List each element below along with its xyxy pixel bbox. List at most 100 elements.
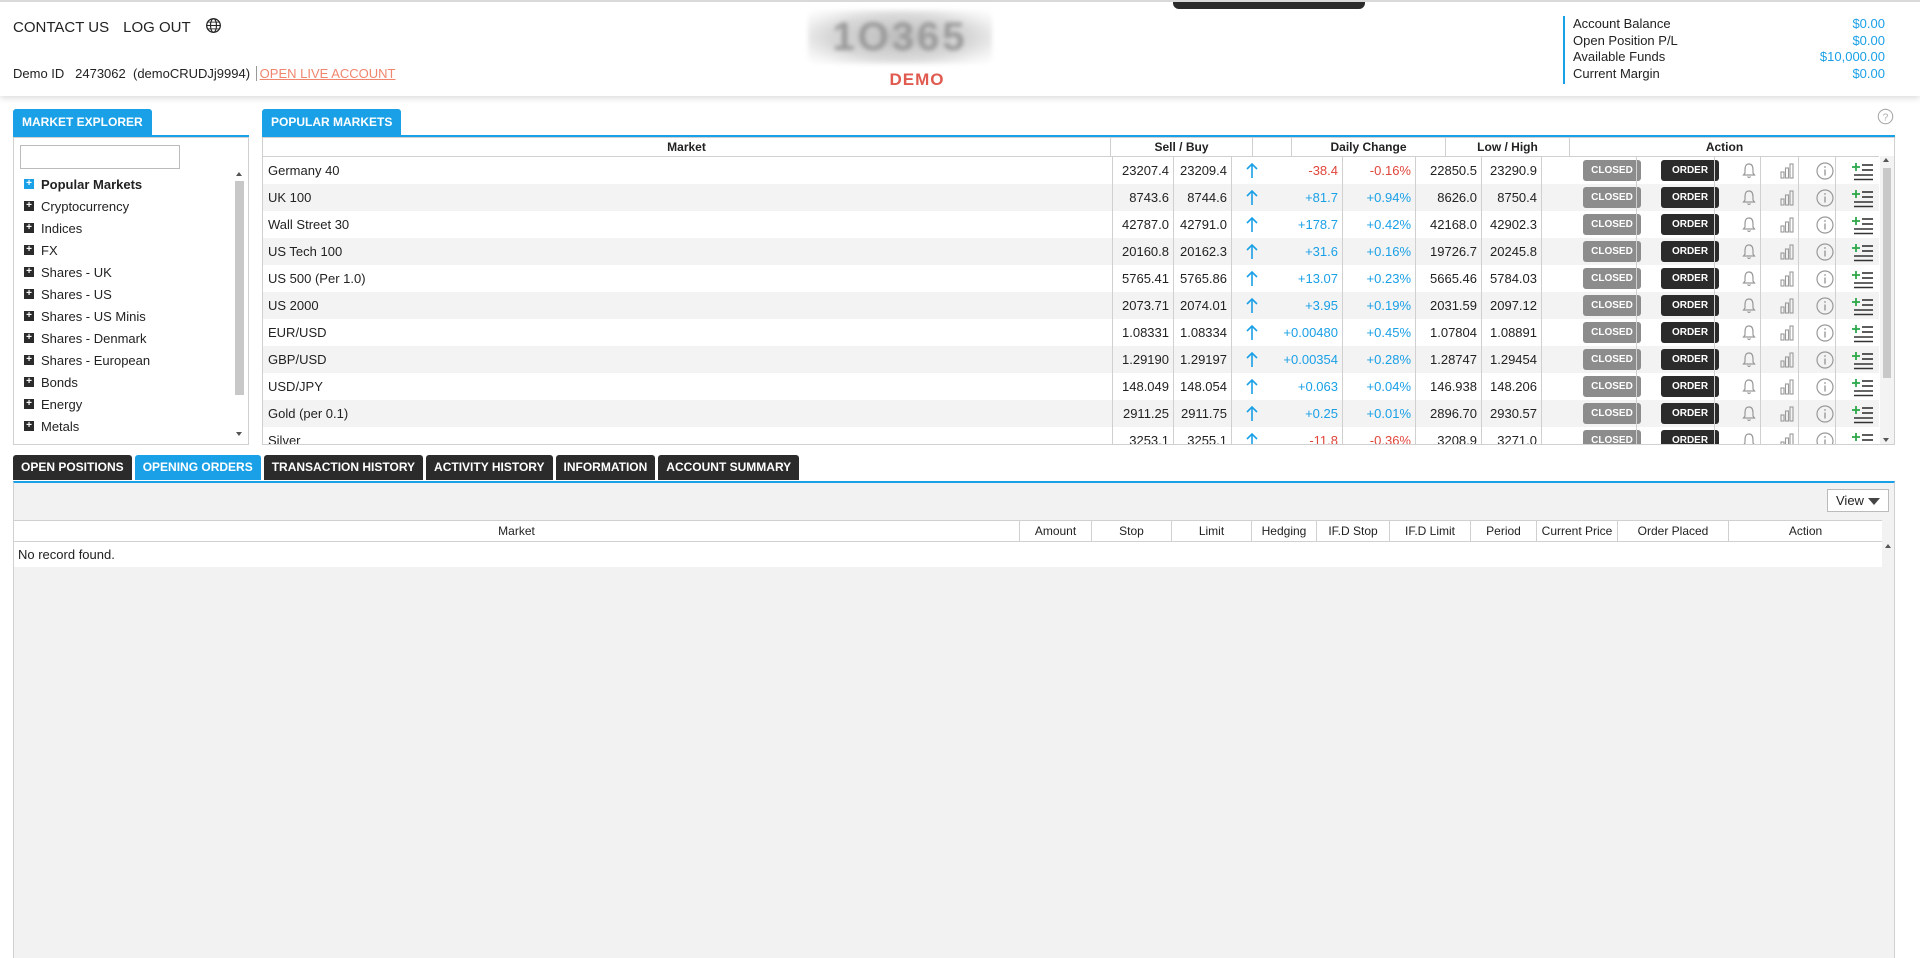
market-category-item[interactable]: + Shares - UK (24, 261, 150, 283)
expand-plus-icon[interactable]: + (24, 201, 34, 211)
orders-scrollbar[interactable] (1882, 542, 1894, 958)
info-icon[interactable] (1815, 188, 1835, 208)
market-category-item[interactable]: + Shares - Denmark (24, 327, 150, 349)
add-watchlist-icon[interactable] (1852, 404, 1873, 424)
closed-button[interactable]: CLOSED (1583, 295, 1641, 316)
add-watchlist-icon[interactable] (1852, 188, 1873, 208)
bell-icon[interactable] (1739, 161, 1759, 181)
low-price[interactable]: 42168.0 (1416, 211, 1482, 238)
sell-price[interactable]: 2073.71 (1115, 292, 1174, 319)
info-icon[interactable] (1815, 377, 1835, 397)
market-row[interactable]: US Tech 100 20160.8 20162.3 +31.6 +0.16% 1972… (263, 238, 1879, 265)
popular-markets-tab[interactable]: POPULAR MARKETS (262, 109, 402, 135)
sell-price[interactable]: 1.29190 (1115, 346, 1174, 373)
expand-plus-icon[interactable]: + (24, 421, 34, 431)
chart-icon[interactable] (1777, 404, 1797, 424)
order-button[interactable]: ORDER (1661, 322, 1719, 343)
high-price[interactable]: 23290.9 (1482, 157, 1542, 184)
add-watchlist-icon[interactable] (1852, 350, 1873, 370)
market-search-input[interactable] (20, 145, 180, 169)
expand-plus-icon[interactable]: + (24, 399, 34, 409)
chart-icon[interactable] (1777, 323, 1797, 343)
market-row[interactable]: EUR/USD 1.08331 1.08334 +0.00480 +0.45% 1.078… (263, 319, 1879, 346)
low-price[interactable]: 1.28747 (1416, 346, 1482, 373)
high-price[interactable]: 42902.3 (1482, 211, 1542, 238)
sell-price[interactable]: 1.08331 (1115, 319, 1174, 346)
chart-icon[interactable] (1777, 431, 1797, 444)
closed-button[interactable]: CLOSED (1583, 376, 1641, 397)
buy-price[interactable]: 5765.86 (1174, 265, 1232, 292)
market-category-item[interactable]: + Popular Markets (24, 173, 150, 195)
scroll-up-icon[interactable] (1883, 158, 1889, 162)
closed-button[interactable]: CLOSED (1583, 349, 1641, 370)
closed-button[interactable]: CLOSED (1583, 160, 1641, 181)
market-category-item[interactable]: + Shares - US (24, 283, 150, 305)
bell-icon[interactable] (1739, 377, 1759, 397)
bell-icon[interactable] (1739, 242, 1759, 262)
market-category-item[interactable]: + Metals (24, 415, 150, 437)
open-live-account-link[interactable]: OPEN LIVE ACCOUNT (255, 66, 396, 81)
closed-button[interactable]: CLOSED (1583, 322, 1641, 343)
market-category-item[interactable]: + Bonds (24, 371, 150, 393)
market-category-item[interactable]: + Shares - US Minis (24, 305, 150, 327)
high-price[interactable]: 3271.0 (1482, 427, 1542, 444)
scroll-down-icon[interactable] (1883, 438, 1889, 442)
high-price[interactable]: 1.29454 (1482, 346, 1542, 373)
market-row[interactable]: GBP/USD 1.29190 1.29197 +0.00354 +0.28% 1.287… (263, 346, 1879, 373)
info-icon[interactable] (1815, 242, 1835, 262)
expand-plus-icon[interactable]: + (24, 267, 34, 277)
sell-price[interactable]: 42787.0 (1115, 211, 1174, 238)
bell-icon[interactable] (1739, 269, 1759, 289)
low-price[interactable]: 2031.59 (1416, 292, 1482, 319)
sell-price[interactable]: 5765.41 (1115, 265, 1174, 292)
tab-account-summary[interactable]: ACCOUNT SUMMARY (658, 455, 800, 480)
buy-price[interactable]: 20162.3 (1174, 238, 1232, 265)
expand-plus-icon[interactable]: + (24, 289, 34, 299)
market-row[interactable]: US 500 (Per 1.0) 5765.41 5765.86 +13.07 +0.2… (263, 265, 1879, 292)
order-button[interactable]: ORDER (1661, 268, 1719, 289)
expand-plus-icon[interactable]: + (24, 245, 34, 255)
info-icon[interactable] (1815, 215, 1835, 235)
sell-price[interactable]: 8743.6 (1115, 184, 1174, 211)
tab-open-positions[interactable]: OPEN POSITIONS (13, 455, 132, 480)
info-icon[interactable] (1815, 350, 1835, 370)
market-row[interactable]: USD/JPY 148.049 148.054 +0.063 +0.04% 146.938… (263, 373, 1879, 400)
low-price[interactable]: 19726.7 (1416, 238, 1482, 265)
bell-icon[interactable] (1739, 323, 1759, 343)
info-icon[interactable] (1815, 296, 1835, 316)
order-button[interactable]: ORDER (1661, 430, 1719, 444)
expand-plus-icon[interactable]: + (24, 311, 34, 321)
tab-activity-history[interactable]: ACTIVITY HISTORY (426, 455, 553, 480)
buy-price[interactable]: 8744.6 (1174, 184, 1232, 211)
order-button[interactable]: ORDER (1661, 241, 1719, 262)
low-price[interactable]: 8626.0 (1416, 184, 1482, 211)
high-price[interactable]: 8750.4 (1482, 184, 1542, 211)
tab-transaction-history[interactable]: TRANSACTION HISTORY (263, 455, 424, 480)
tab-opening-orders[interactable]: OPENING ORDERS (134, 455, 261, 480)
low-price[interactable]: 5665.46 (1416, 265, 1482, 292)
market-category-item[interactable]: + Indices (24, 217, 150, 239)
market-row[interactable]: Gold (per 0.1) 2911.25 2911.75 +0.25 +0.01% 2… (263, 400, 1879, 427)
low-price[interactable]: 3208.9 (1416, 427, 1482, 444)
order-button[interactable]: ORDER (1661, 160, 1719, 181)
closed-button[interactable]: CLOSED (1583, 268, 1641, 289)
expand-plus-icon[interactable]: + (24, 179, 34, 189)
info-icon[interactable] (1815, 323, 1835, 343)
order-button[interactable]: ORDER (1661, 187, 1719, 208)
info-icon[interactable] (1815, 269, 1835, 289)
high-price[interactable]: 20245.8 (1482, 238, 1542, 265)
market-category-item[interactable]: + Shares - European (24, 349, 150, 371)
high-price[interactable]: 148.206 (1482, 373, 1542, 400)
market-row[interactable]: UK 100 8743.6 8744.6 +81.7 +0.94% 8626.0 8750.… (263, 184, 1879, 211)
low-price[interactable]: 146.938 (1416, 373, 1482, 400)
sell-price[interactable]: 148.049 (1115, 373, 1174, 400)
closed-button[interactable]: CLOSED (1583, 214, 1641, 235)
add-watchlist-icon[interactable] (1852, 215, 1873, 235)
order-button[interactable]: ORDER (1661, 403, 1719, 424)
low-price[interactable]: 2896.70 (1416, 400, 1482, 427)
sell-price[interactable]: 20160.8 (1115, 238, 1174, 265)
buy-price[interactable]: 148.054 (1174, 373, 1232, 400)
add-watchlist-icon[interactable] (1852, 377, 1873, 397)
order-button[interactable]: ORDER (1661, 295, 1719, 316)
help-icon[interactable]: ? (1877, 108, 1894, 125)
